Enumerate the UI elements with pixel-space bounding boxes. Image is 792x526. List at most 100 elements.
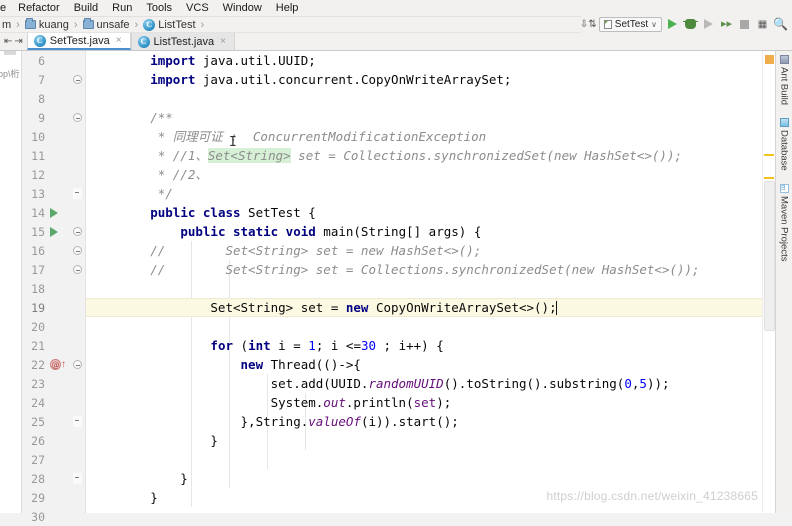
editor-gutter[interactable]: 6 7 8 9 10 11 12 13 14 15 16 17 18 19 20 21 22 @ ↑ 23 24 25 26… [22,51,86,524]
forward-navigation-icon[interactable]: ⇥ [14,36,22,47]
gutter-line[interactable]: 6 [22,51,85,70]
breadcrumb-item-m[interactable]: m [0,19,13,31]
code-line[interactable] [86,450,762,469]
tool-window-tab-database[interactable]: Database [779,116,790,173]
code-line[interactable]: * 同理可证 : ConcurrentModificationException [86,127,762,146]
gutter-line[interactable]: 20 [22,317,85,336]
gutter-line[interactable]: 13 [22,184,85,203]
sort-descending-icon[interactable]: ⇩⇅ [580,17,597,32]
code-line[interactable]: } [86,431,762,450]
search-icon[interactable]: 🔍 [773,17,788,32]
warning-marker[interactable] [764,154,774,156]
gutter-line[interactable]: 22 @ ↑ [22,355,85,374]
code-line[interactable]: Set<String> set = new CopyOnWriteArraySe… [86,298,762,317]
code-line[interactable]: } [86,469,762,488]
code-line[interactable]: // Set<String> set = new HashSet<>(); [86,241,762,260]
code-line[interactable]: // Set<String> set = Collections.synchro… [86,260,762,279]
gutter-line[interactable]: 11 [22,146,85,165]
menu-item-build[interactable]: Build [67,1,105,15]
gutter-line[interactable]: 12 [22,165,85,184]
gutter-line[interactable]: 8 [22,89,85,108]
gutter-line[interactable]: 10 [22,127,85,146]
gutter-line[interactable]: 26 [22,431,85,450]
code-line[interactable]: import java.util.UUID; [86,51,762,70]
profile-button[interactable]: ▸▸ [719,17,734,32]
gutter-line[interactable]: 28 [22,469,85,488]
code-line[interactable]: */ [86,184,762,203]
run-gutter-icon[interactable] [50,207,58,218]
code-line[interactable]: * //1、Set<String> set = Collections.sync… [86,146,762,165]
breadcrumb-item-listtest[interactable]: C ListTest [141,18,197,31]
editor-tab-listtest-java[interactable]: C ListTest.java × [130,33,235,50]
code-folding-icon[interactable] [73,227,82,236]
gutter-line[interactable]: 9 [22,108,85,127]
gutter-line[interactable]: 16 [22,241,85,260]
code-line[interactable] [86,317,762,336]
code-folding-icon[interactable] [73,265,82,274]
run-button[interactable] [665,17,680,32]
editor-tab-settest-java[interactable]: C SetTest.java × [26,33,131,50]
tool-window-tab-maven-projects[interactable]: m Maven Projects [779,182,790,263]
gutter-line[interactable]: 23 [22,374,85,393]
gutter-line[interactable]: 27 [22,450,85,469]
code-pane[interactable]: import java.util.UUID; import java.util.… [86,51,762,513]
code-line[interactable]: /** [86,108,762,127]
code-line[interactable]: public class SetTest { [86,203,762,222]
code-line[interactable]: System.out.println(set); [86,393,762,412]
inspection-status-indicator[interactable] [765,55,774,64]
menu-item-window[interactable]: Window [216,1,269,15]
close-icon[interactable]: × [116,35,122,46]
code-line[interactable]: for (int i = 1; i <=30 ; i++) { [86,336,762,355]
menu-item-run[interactable]: Run [105,1,139,15]
gutter-line[interactable]: 19 [22,298,85,317]
code-line[interactable]: public static void main(String[] args) { [86,222,762,241]
menu-item-e[interactable]: e [0,1,11,15]
menu-item-vcs[interactable]: VCS [179,1,216,15]
menu-item-refactor[interactable]: Refactor [11,1,67,15]
gutter-line[interactable]: 21 [22,336,85,355]
code-line[interactable]: * //2、 [86,165,762,184]
implements-arrow-icon[interactable]: ↑ [61,359,66,370]
gutter-line[interactable]: 17 [22,260,85,279]
scrollbar-thumb[interactable] [764,181,775,331]
code-folding-icon[interactable] [73,360,82,369]
error-stripe-scrollbar[interactable] [762,51,775,513]
gutter-line[interactable]: 18 [22,279,85,298]
tool-window-tab-ant-build[interactable]: Ant Build [779,53,790,107]
code-line[interactable]: set.add(UUID.randomUUID().toString().sub… [86,374,762,393]
run-gutter-icon[interactable] [50,226,58,237]
breadcrumb-item-kuang[interactable]: kuang [23,18,71,31]
close-icon[interactable]: × [220,36,226,47]
menu-item-tools[interactable]: Tools [139,1,179,15]
menu-item-help[interactable]: Help [269,1,306,15]
code-line[interactable]: } [86,488,762,507]
overridden-method-icon[interactable]: @ [50,359,61,370]
code-line[interactable]: new Thread(()->{ [86,355,762,374]
code-line[interactable]: },String.valueOf(i)).start(); [86,412,762,431]
code-line[interactable]: import java.util.concurrent.CopyOnWriteA… [86,70,762,89]
back-navigation-icon[interactable]: ⇤ [4,36,12,47]
code-line[interactable] [86,279,762,298]
gutter-line[interactable]: 7 [22,70,85,89]
gutter-line[interactable]: 30 [22,507,85,526]
breadcrumb-item-unsafe[interactable]: unsafe [81,18,132,31]
gutter-line[interactable]: 14 [22,203,85,222]
code-folding-icon[interactable] [73,246,82,255]
warning-marker[interactable] [764,177,774,179]
gutter-line[interactable]: 29 [22,488,85,507]
layout-icon[interactable]: ▦ [755,17,770,32]
code-folding-icon[interactable] [73,416,82,427]
run-with-coverage-button[interactable] [701,17,716,32]
run-configuration-selector[interactable]: SetTest ∨ [598,16,662,32]
code-folding-icon[interactable] [73,188,82,199]
code-folding-icon[interactable] [73,473,82,484]
chevron-down-icon[interactable]: ∨ [651,20,657,29]
gutter-line[interactable]: 24 [22,393,85,412]
code-folding-icon[interactable] [73,75,82,84]
stop-button[interactable] [737,17,752,32]
code-line[interactable] [86,507,762,513]
code-folding-icon[interactable] [73,113,82,122]
debug-button[interactable] [683,17,698,32]
gutter-line[interactable]: 25 [22,412,85,431]
gutter-line[interactable]: 15 [22,222,85,241]
